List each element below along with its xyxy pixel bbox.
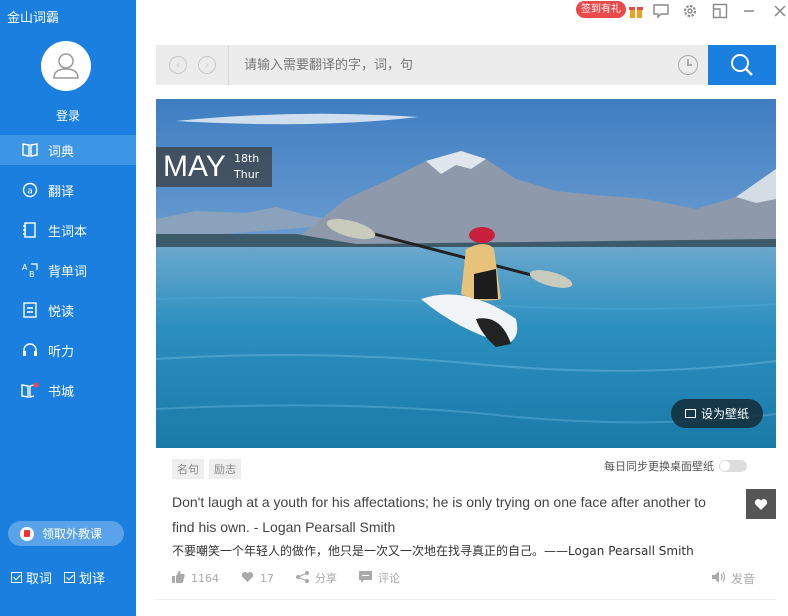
translate-icon: a — [20, 180, 40, 200]
share-label: 分享 — [315, 572, 337, 585]
month-label: MAY — [163, 150, 226, 183]
comment-label: 评论 — [378, 572, 400, 585]
book-icon — [20, 140, 40, 160]
sidebar-item-label: 词典 — [48, 144, 75, 160]
gift-box-icon[interactable] — [627, 2, 645, 20]
svg-text:B: B — [29, 270, 35, 278]
chevron-left-icon: ‹ — [176, 59, 180, 71]
free-lesson-button[interactable]: 领取外教课 — [8, 521, 124, 546]
sign-in-badge[interactable]: 签到有礼 — [576, 1, 626, 18]
tag-list: 名句 励志 — [172, 459, 241, 479]
pronounce-label: 发音 — [731, 572, 756, 586]
svg-text:A: A — [22, 263, 28, 272]
like-count: 1164 — [191, 571, 219, 585]
gear-icon[interactable] — [681, 2, 699, 20]
daily-wallpaper: MAY 18th Thur 设为壁纸 — [156, 99, 776, 448]
sidebar-item-label: 悦读 — [48, 304, 75, 320]
speaker-icon — [712, 571, 726, 586]
pronounce-button[interactable]: 发音 — [712, 570, 755, 587]
sidebar-nav: 词典 a 翻译 生词本 AB 背单词 悦读 听力 书城 — [0, 135, 136, 415]
divider — [228, 45, 229, 85]
app-title: 金山词霸 — [7, 11, 60, 26]
forward-button[interactable]: › — [198, 56, 216, 74]
tag-quote[interactable]: 名句 — [172, 459, 204, 479]
sidebar-item-label: 翻译 — [48, 184, 75, 200]
sidebar-item-label: 听力 — [48, 344, 75, 360]
sidebar-item-reading[interactable]: 悦读 — [0, 295, 136, 325]
checkbox-icon — [11, 572, 22, 583]
title-bar: 签到有礼 — [136, 0, 788, 22]
sidebar-item-dictionary[interactable]: 词典 — [0, 135, 136, 165]
set-wallpaper-button[interactable]: 设为壁纸 — [671, 399, 763, 428]
checkbox-icon — [64, 572, 76, 583]
flashcard-icon: AB — [20, 260, 40, 280]
back-button[interactable]: ‹ — [169, 56, 187, 74]
search-bar: ‹ › — [156, 45, 776, 85]
mini-mode-icon[interactable] — [711, 2, 729, 20]
sidebar-item-translate[interactable]: a 翻译 — [0, 175, 136, 205]
sidebar-item-flashcards[interactable]: AB 背单词 — [0, 255, 136, 285]
favorite-button[interactable] — [746, 489, 776, 519]
like-button[interactable]: 1164 — [172, 570, 219, 586]
day-label: 18th — [234, 152, 260, 165]
comment-icon — [359, 570, 372, 586]
sidebar-item-bookstore[interactable]: 书城 — [0, 375, 136, 405]
reading-icon — [20, 300, 40, 320]
divider — [156, 599, 776, 600]
sidebar-item-listening[interactable]: 听力 — [0, 335, 136, 365]
chevron-right-icon: › — [205, 59, 209, 71]
feedback-icon[interactable] — [652, 2, 670, 20]
heart-icon — [241, 571, 254, 586]
free-lesson-label: 领取外教课 — [42, 527, 103, 541]
select-translate-checkbox[interactable]: 划译 — [64, 568, 105, 587]
notebook-icon — [20, 220, 40, 240]
wallpaper-sync-setting: 每日同步更换桌面壁纸 — [604, 458, 747, 474]
close-icon[interactable] — [771, 2, 788, 20]
user-icon — [53, 53, 79, 79]
sidebar: 金山词霸 登录 词典 a 翻译 生词本 AB 背单词 悦读 听力 书城 领取外教… — [0, 0, 136, 616]
quote-chinese: 不要嘲笑一个年轻人的做作，他只是一次又一次地在找寻真正的自己。——Logan P… — [172, 544, 694, 558]
gift-icon — [20, 526, 34, 541]
search-input[interactable] — [244, 53, 664, 77]
bookstore-icon — [20, 380, 40, 400]
minimize-icon[interactable] — [740, 2, 758, 20]
login-link[interactable]: 登录 — [0, 107, 136, 124]
sidebar-item-label: 生词本 — [48, 224, 88, 240]
sidebar-item-vocabulary[interactable]: 生词本 — [0, 215, 136, 245]
quote-english: Don't laugh at a youth for his affectati… — [172, 494, 706, 535]
lookup-checkbox[interactable]: 取词 — [11, 568, 52, 587]
weekday-label: Thur — [234, 168, 260, 181]
favorite-count: 17 — [260, 571, 274, 585]
share-button[interactable]: 分享 — [296, 570, 337, 586]
thumbs-up-icon — [172, 570, 185, 586]
sync-label: 每日同步更换桌面壁纸 — [604, 460, 714, 473]
avatar[interactable] — [41, 41, 91, 91]
search-icon — [731, 54, 753, 76]
headphones-icon — [20, 340, 40, 360]
sync-toggle[interactable] — [719, 460, 747, 472]
share-icon — [296, 570, 309, 586]
comment-button[interactable]: 评论 — [359, 570, 400, 586]
history-clock-icon[interactable] — [678, 55, 698, 75]
lookup-label: 取词 — [26, 572, 53, 587]
sidebar-item-label: 背单词 — [48, 264, 88, 280]
tag-inspirational[interactable]: 励志 — [209, 459, 241, 479]
sidebar-item-label: 书城 — [48, 384, 75, 400]
heart-icon — [754, 498, 768, 510]
monitor-icon — [685, 409, 696, 418]
favorite-count-button[interactable]: 17 — [241, 571, 274, 586]
search-button[interactable] — [708, 45, 776, 85]
svg-text:a: a — [27, 187, 33, 197]
select-translate-label: 划译 — [79, 572, 106, 587]
set-wallpaper-label: 设为壁纸 — [701, 407, 750, 421]
date-badge: MAY 18th Thur — [156, 147, 272, 187]
action-bar: 1164 17 分享 评论 — [172, 570, 422, 586]
